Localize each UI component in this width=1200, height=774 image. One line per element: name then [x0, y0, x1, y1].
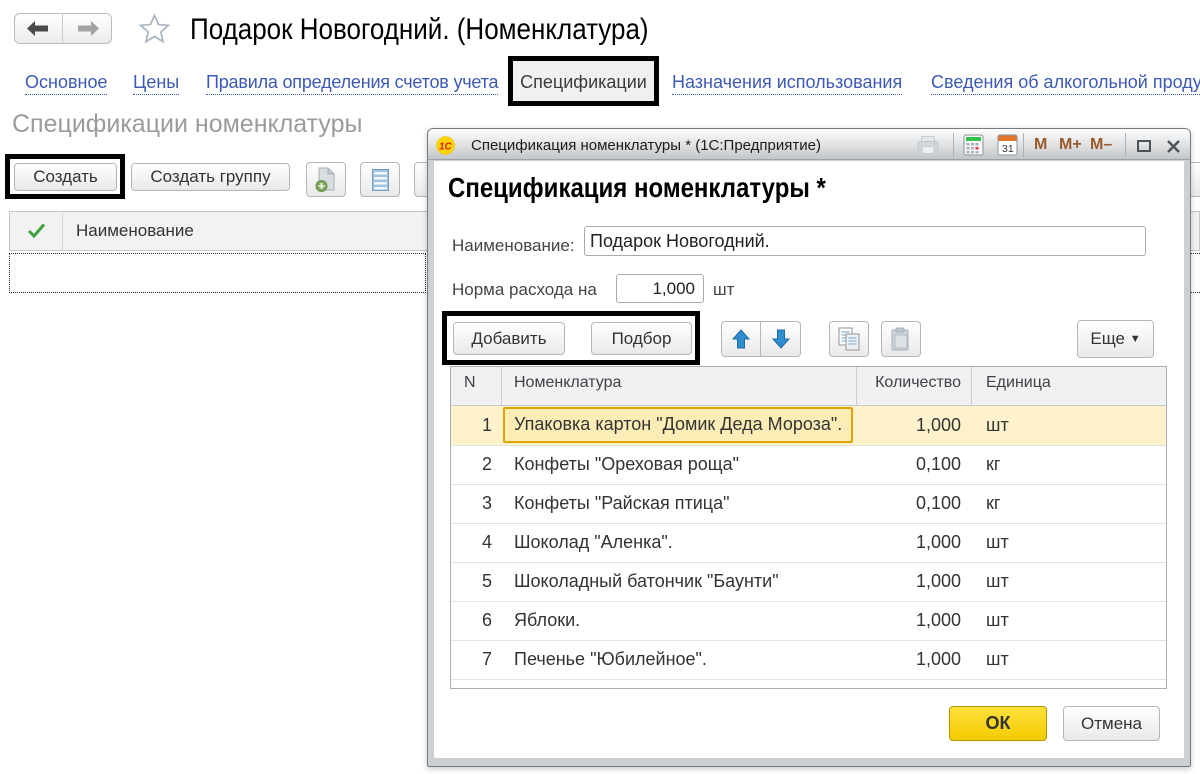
svg-text:1С: 1С — [439, 142, 453, 153]
svg-text:31: 31 — [1002, 143, 1014, 155]
